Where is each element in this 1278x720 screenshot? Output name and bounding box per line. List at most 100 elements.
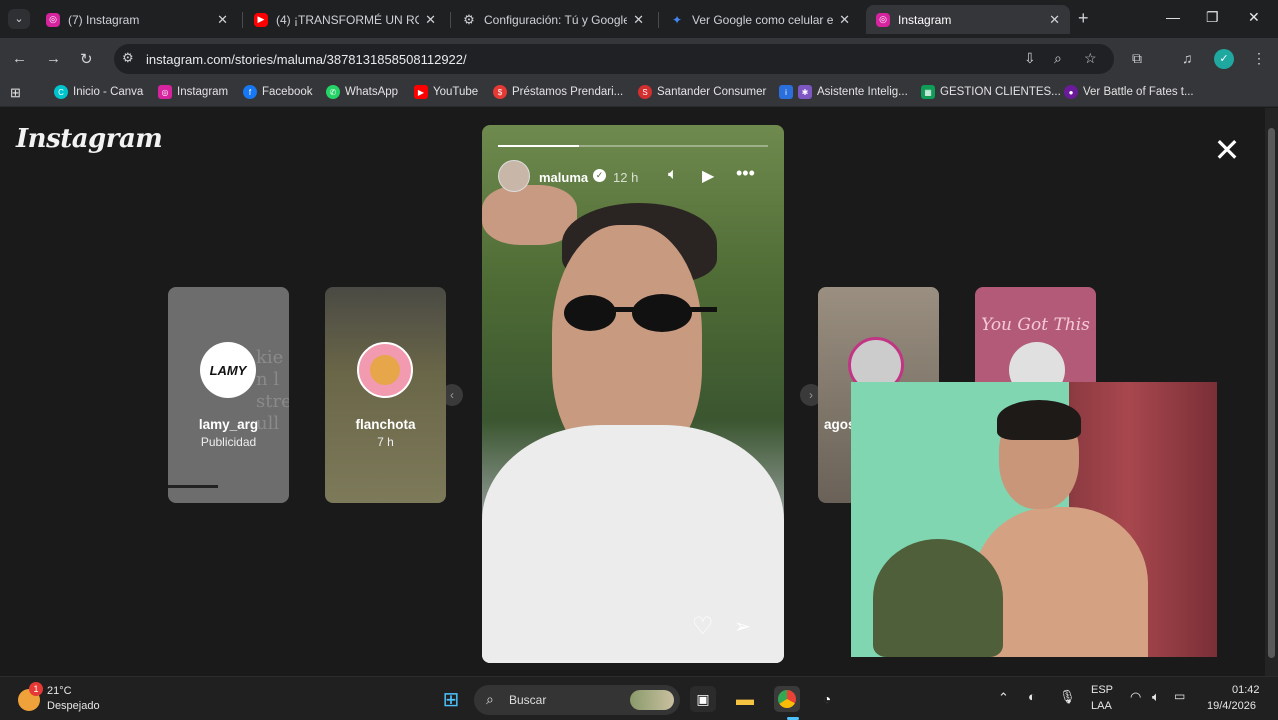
story-preview-flanchota[interactable]: flanchota 7 h — [325, 287, 446, 503]
show-hidden-icons-chevron-icon[interactable]: ⌃ — [998, 690, 1009, 706]
menu-kebab-icon[interactable]: ⋮ — [1252, 50, 1266, 67]
url-text[interactable]: instagram.com/stories/maluma/38781318585… — [146, 52, 467, 67]
weather-badge: 1 — [29, 682, 43, 696]
taskbar-search[interactable]: ⌕ Buscar — [474, 685, 680, 715]
back-arrow-icon[interactable]: ← — [12, 50, 27, 67]
bookmark-label: YouTube — [433, 86, 479, 98]
like-heart-icon[interactable]: ♡ — [692, 612, 714, 641]
bank-icon: $ — [493, 85, 507, 99]
story-time: 12 h — [613, 170, 639, 185]
sheets-icon: ▦ — [921, 85, 935, 99]
bookmark-asistente-inteligente[interactable]: ✱ Asistente Intelig... — [798, 85, 908, 99]
clock-date[interactable]: 19/4/2026 — [1207, 700, 1256, 712]
apps-grid-icon[interactable]: ⊞ — [10, 85, 21, 101]
preview-subtitle: Publicidad — [200, 435, 257, 449]
tab-label: Ver Google como celular en — [692, 12, 834, 27]
bookmark-asistente[interactable]: i — [779, 85, 798, 99]
tab-settings[interactable]: ⚙ Configuración: Tú y Google ✕ — [452, 5, 654, 34]
tab-gemini[interactable]: ✦ Ver Google como celular en ✕ — [660, 5, 860, 34]
story-preview-lamy[interactable]: kien lstreiull LAMY lamy_arg Publicidad — [168, 287, 289, 503]
scrollbar-thumb[interactable] — [1268, 128, 1275, 658]
language-indicator[interactable]: ESP — [1091, 684, 1113, 696]
weather-temp[interactable]: 21°C — [47, 685, 72, 697]
window-close-icon[interactable]: ✕ — [1248, 9, 1260, 26]
verified-badge-icon: ✓ — [593, 169, 606, 182]
battery-icon[interactable]: ▭ — [1174, 689, 1185, 703]
windows-start-icon[interactable]: ⊞ — [438, 686, 464, 712]
tab-close-icon[interactable]: ✕ — [217, 12, 228, 28]
tab-separator — [242, 12, 243, 28]
app-icon[interactable]: ◔ — [814, 686, 840, 712]
close-stories-icon[interactable]: ✕ — [1212, 134, 1242, 166]
garfield-icon — [370, 355, 400, 385]
install-app-icon[interactable]: ⇩ — [1024, 50, 1036, 67]
active-story[interactable]: maluma ✓ 12 h 🔈︎ ▶ ••• ♡ ➢ — [482, 125, 784, 663]
instagram-icon: ◎ — [158, 85, 172, 99]
forward-arrow-icon[interactable]: → — [46, 50, 61, 67]
media-controls-icon[interactable]: ♫ — [1182, 50, 1193, 66]
avatar — [357, 342, 413, 398]
volume-icon[interactable]: 🔈︎ — [1152, 689, 1160, 705]
youtube-icon: ▶ — [414, 85, 428, 99]
bookmark-youtube[interactable]: ▶ YouTube — [414, 85, 478, 99]
tab-close-icon[interactable]: ✕ — [425, 12, 436, 28]
bookmark-star-icon[interactable]: ☆ — [1084, 50, 1097, 67]
share-send-icon[interactable]: ➢ — [734, 614, 751, 639]
keyboard-layout[interactable]: LAA — [1091, 700, 1112, 712]
avatar: LAMY — [200, 342, 256, 398]
play-icon[interactable]: ▶ — [702, 166, 714, 186]
zoom-icon[interactable]: ⌕ — [1054, 50, 1062, 67]
bookmark-prestamos[interactable]: $ Préstamos Prendari... — [493, 85, 623, 99]
chrome-icon[interactable] — [774, 686, 800, 712]
bookmark-instagram[interactable]: ◎ Instagram — [158, 85, 228, 99]
extensions-icon[interactable]: ⧉ — [1132, 50, 1142, 67]
tab-instagram-1[interactable]: ◎ (7) Instagram ✕ — [36, 5, 238, 34]
file-explorer-icon[interactable]: ▬ — [732, 686, 758, 712]
story-avatar[interactable] — [498, 160, 530, 192]
bookmark-label: Facebook — [262, 86, 313, 98]
bookmark-battle[interactable]: ● Ver Battle of Fates t... — [1064, 85, 1194, 99]
bookmark-santander[interactable]: S Santander Consumer — [638, 85, 766, 99]
bookmark-label: Préstamos Prendari... — [512, 86, 624, 98]
page-scrollbar[interactable] — [1265, 108, 1278, 676]
bookmark-label: GESTION CLIENTES... — [940, 86, 1061, 98]
preview-username: flanchota — [355, 417, 416, 432]
bookmark-label: Santander Consumer — [657, 86, 767, 98]
webcam-helmet — [873, 539, 1003, 657]
new-tab-button[interactable]: + — [1078, 8, 1089, 29]
bookmark-canva[interactable]: C Inicio - Canva — [54, 85, 143, 99]
bookmark-whatsapp[interactable]: ✆ WhatsApp — [326, 85, 398, 99]
tab-youtube[interactable]: ▶ (4) ¡TRANSFORMÉ UN ROLE ✕ — [244, 5, 446, 34]
lamy-logo: LAMY — [209, 362, 247, 378]
story-progress-track — [498, 145, 768, 147]
address-bar[interactable]: ⚙ instagram.com/stories/maluma/387813185… — [114, 44, 1114, 74]
weather-desc[interactable]: Despejado — [47, 700, 100, 712]
bookmark-gestion[interactable]: ▦ GESTION CLIENTES... — [921, 85, 1061, 99]
story-username[interactable]: maluma — [539, 170, 588, 185]
tray-app-icon[interactable]: ◐ — [1028, 689, 1036, 704]
more-options-icon[interactable]: ••• — [736, 163, 755, 184]
clock-time[interactable]: 01:42 — [1232, 684, 1260, 696]
tab-search-chevron-icon[interactable]: ⌄ — [8, 9, 30, 29]
volume-icon[interactable]: 🔈︎ — [668, 166, 678, 184]
site-settings-icon[interactable]: ⚙ — [122, 50, 134, 66]
instagram-logo[interactable]: Instagram — [16, 124, 163, 154]
tab-label: Configuración: Tú y Google — [484, 12, 628, 27]
copilot-icon[interactable]: ▣ — [690, 686, 716, 712]
battle-icon: ● — [1064, 85, 1078, 99]
tab-close-icon[interactable]: ✕ — [633, 12, 644, 28]
tab-close-icon[interactable]: ✕ — [1049, 12, 1060, 28]
reload-icon[interactable]: ↻ — [80, 50, 93, 68]
instagram-icon: ◎ — [876, 12, 890, 27]
webcam-overlay — [851, 382, 1217, 657]
tab-close-icon[interactable]: ✕ — [839, 12, 850, 28]
bookmark-label: Inicio - Canva — [73, 86, 144, 98]
profile-avatar[interactable]: ✓ — [1214, 49, 1234, 69]
sunglasses-graphic — [564, 294, 717, 332]
bookmark-facebook[interactable]: f Facebook — [243, 85, 313, 99]
tab-instagram-active[interactable]: ◎ Instagram ✕ — [866, 5, 1070, 34]
microphone-icon[interactable]: 🎙︎ — [1059, 689, 1076, 705]
restore-icon[interactable]: ❐ — [1206, 9, 1219, 26]
minimize-icon[interactable]: — — [1166, 9, 1180, 25]
wifi-icon[interactable]: ◠ — [1130, 689, 1141, 705]
